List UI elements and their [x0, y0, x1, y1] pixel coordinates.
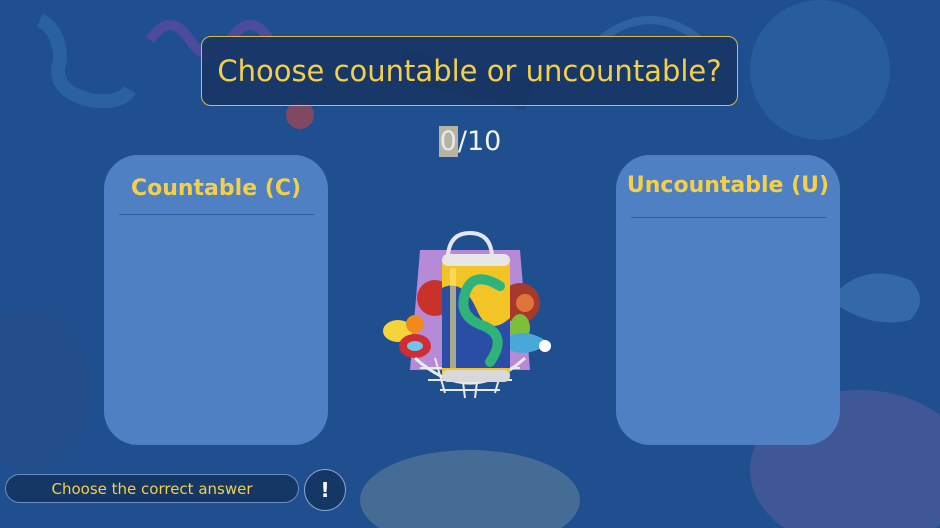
countable-divider [119, 214, 314, 215]
question-title: Choose countable or uncountable? [201, 36, 738, 106]
countable-drop-zone[interactable]: Countable (C) [104, 155, 328, 445]
uncountable-label: Uncountable (U) [626, 173, 830, 198]
canned-drink-and-groceries-icon[interactable] [380, 228, 560, 404]
uncountable-divider [631, 217, 826, 218]
progress-current: 0 [438, 126, 458, 157]
countable-label: Countable (C) [130, 176, 302, 201]
hint-button[interactable]: ! [304, 469, 346, 511]
uncountable-drop-zone[interactable]: Uncountable (U) [616, 155, 840, 445]
hint-text-box: Choose the correct answer [5, 474, 299, 503]
progress-counter: 0/10 [430, 126, 510, 157]
progress-total: /10 [457, 126, 502, 157]
